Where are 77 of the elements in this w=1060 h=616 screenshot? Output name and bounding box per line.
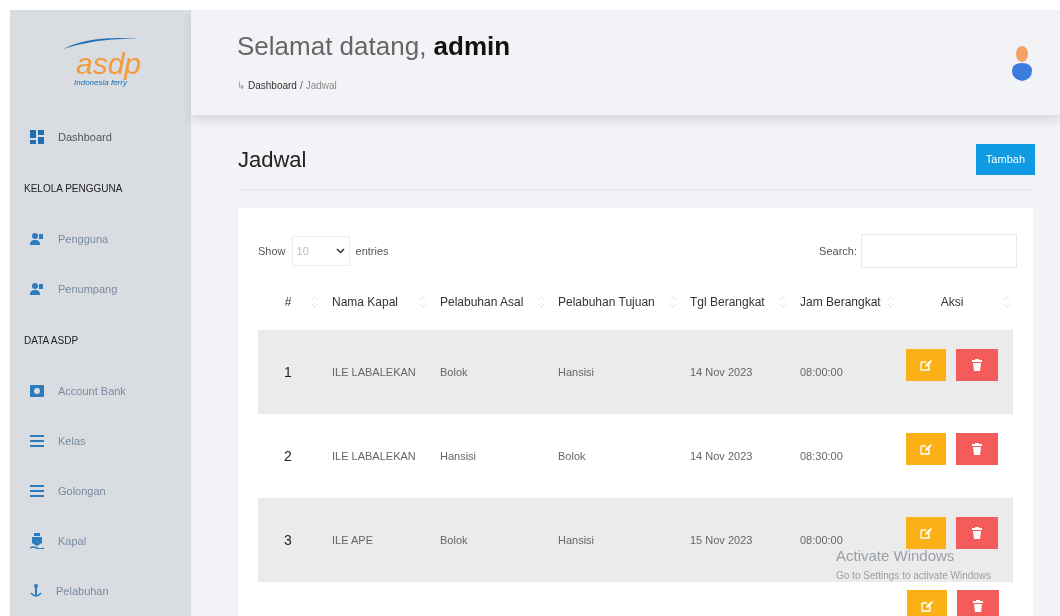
table-cell-text: Hansisi bbox=[558, 532, 595, 548]
delete-button[interactable] bbox=[956, 433, 998, 465]
trash-icon bbox=[972, 359, 982, 371]
card-icon bbox=[30, 385, 44, 397]
table-cell-text: 14 Nov 2023 bbox=[690, 364, 753, 380]
grid-icon bbox=[30, 130, 44, 144]
anchor-icon bbox=[30, 584, 42, 598]
column-header[interactable]: Jam Berangkat bbox=[800, 293, 881, 311]
table-cell-text: ILE LABALEKAN bbox=[332, 364, 416, 380]
sidebar-item[interactable]: Penumpang bbox=[10, 264, 191, 314]
sort-icon bbox=[312, 296, 318, 308]
sort-icon bbox=[888, 296, 894, 308]
sort-icon bbox=[780, 296, 786, 308]
users-icon bbox=[30, 282, 44, 296]
trash-icon bbox=[973, 600, 983, 612]
add-button[interactable]: Tambah bbox=[975, 143, 1035, 175]
sidebar-item[interactable]: Account Bank bbox=[10, 366, 191, 416]
activation-notice-title: Activate Windows bbox=[836, 546, 956, 566]
user-avatar-icon[interactable] bbox=[1010, 44, 1034, 81]
delete-button[interactable] bbox=[956, 517, 998, 549]
column-header[interactable]: Nama Kapal bbox=[332, 293, 399, 311]
breadcrumb-link[interactable]: Jadwal bbox=[305, 78, 337, 93]
trash-icon bbox=[972, 527, 982, 539]
table-cell-text: ILE APE bbox=[332, 532, 373, 548]
edit-icon bbox=[921, 600, 933, 612]
activation-notice-subtitle: Go to Settings to activate Windows bbox=[836, 568, 992, 583]
show-label: Show bbox=[258, 243, 286, 259]
column-header[interactable]: Tgl Berangkat bbox=[690, 293, 765, 311]
entries-label: entries bbox=[355, 243, 389, 259]
list-icon bbox=[30, 435, 44, 447]
sidebar-item[interactable]: Pelabuhan bbox=[10, 566, 191, 616]
table-cell-text: 1 bbox=[284, 362, 292, 382]
breadcrumb-arrow-icon: ↳ bbox=[237, 78, 245, 93]
breadcrumb-separator: / bbox=[299, 79, 303, 93]
table-cell-text: Hansisi bbox=[440, 448, 477, 464]
list-icon bbox=[30, 485, 44, 497]
section-title: KELOLA PENGGUNA bbox=[24, 181, 123, 196]
edit-icon bbox=[920, 443, 932, 455]
column-header[interactable]: Pelabuhan Asal bbox=[440, 293, 524, 311]
table-cell-text: 08:00:00 bbox=[800, 364, 843, 380]
sort-icon bbox=[538, 296, 544, 308]
sidebar-item[interactable]: Kapal bbox=[10, 516, 191, 566]
page-size-select[interactable]: 10 bbox=[291, 236, 350, 266]
users-icon bbox=[30, 232, 44, 246]
page-title: Jadwal bbox=[238, 145, 307, 174]
sidebar-item[interactable]: Golongan bbox=[10, 466, 191, 516]
column-header[interactable]: Pelabuhan Tujuan bbox=[558, 293, 655, 311]
table-cell-text: 08:00:00 bbox=[800, 532, 843, 548]
column-header[interactable]: # bbox=[284, 293, 292, 311]
search-label: Search: bbox=[819, 243, 857, 259]
table-cell-text: 3 bbox=[284, 530, 292, 550]
table-cell-text: Bolok bbox=[440, 364, 468, 380]
table-cell-text: 08:30:00 bbox=[800, 448, 843, 464]
ship-icon bbox=[30, 533, 44, 549]
greeting: Selamat datang, admin bbox=[237, 32, 511, 60]
chevron-down-icon bbox=[335, 248, 345, 254]
sort-icon bbox=[420, 296, 426, 308]
delete-button[interactable] bbox=[956, 349, 998, 381]
table-cell-text: ILE LABALEKAN bbox=[332, 448, 416, 464]
table-cell-text: Bolok bbox=[440, 532, 468, 548]
sort-icon bbox=[670, 296, 676, 308]
breadcrumb-link[interactable]: Dashboard bbox=[248, 78, 297, 93]
table-cell-text: Bolok bbox=[558, 448, 586, 464]
sidebar-item[interactable]: Kelas bbox=[10, 416, 191, 466]
sidebar-item[interactable]: Dashboard bbox=[10, 112, 191, 162]
trash-icon bbox=[972, 443, 982, 455]
table-cell-text: 2 bbox=[284, 446, 292, 466]
sort-icon bbox=[1004, 296, 1010, 308]
table-cell-text: 15 Nov 2023 bbox=[690, 532, 753, 548]
edit-icon bbox=[920, 527, 932, 539]
column-header[interactable]: Aksi bbox=[940, 293, 964, 311]
table-cell-text: Hansisi bbox=[558, 364, 595, 380]
table-cell-text: 14 Nov 2023 bbox=[690, 448, 753, 464]
edit-icon bbox=[920, 359, 932, 371]
delete-button[interactable] bbox=[957, 590, 999, 616]
section-title: DATA ASDP bbox=[24, 333, 79, 348]
sidebar-item[interactable]: Pengguna bbox=[10, 214, 191, 264]
